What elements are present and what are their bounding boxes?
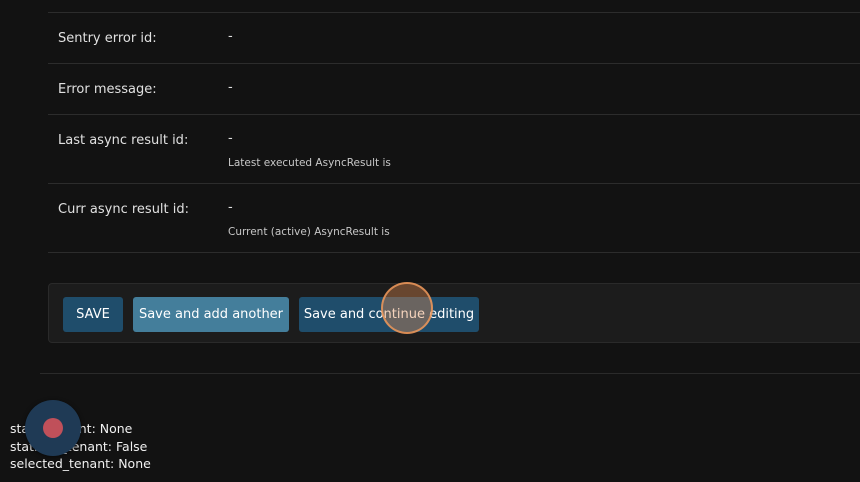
field-help-text: Latest executed AsyncResult is <box>228 157 391 169</box>
field-label: Error message: <box>58 82 157 97</box>
field-value: - <box>228 29 233 44</box>
field-help-text: Current (active) AsyncResult is <box>228 226 390 238</box>
field-value: - <box>228 131 233 146</box>
form-row-sentry-error-id: Sentry error id: - <box>48 13 860 64</box>
record-button[interactable] <box>25 400 81 456</box>
field-label: Curr async result id: <box>58 202 190 217</box>
form-row-last-async-result-id: Last async result id: - Latest executed … <box>48 115 860 184</box>
field-label: Last async result id: <box>58 133 189 148</box>
save-and-continue-editing-button[interactable]: Save and continue editing <box>299 297 479 332</box>
save-and-add-another-button[interactable]: Save and add another <box>133 297 289 332</box>
field-label: Sentry error id: <box>58 31 157 46</box>
submit-row: SAVE Save and add another Save and conti… <box>48 283 860 343</box>
divider <box>40 373 860 374</box>
form-row-curr-async-result-id: Curr async result id: - Current (active)… <box>48 184 860 253</box>
field-value: - <box>228 80 233 95</box>
field-value: - <box>228 200 233 215</box>
admin-change-form-page: Sentry error id: - Error message: - Last… <box>0 0 860 482</box>
form-row-error-message: Error message: - <box>48 64 860 115</box>
save-button[interactable]: SAVE <box>63 297 123 332</box>
debug-selected-tenant: selected_tenant: None <box>10 456 151 471</box>
record-icon <box>43 418 63 438</box>
